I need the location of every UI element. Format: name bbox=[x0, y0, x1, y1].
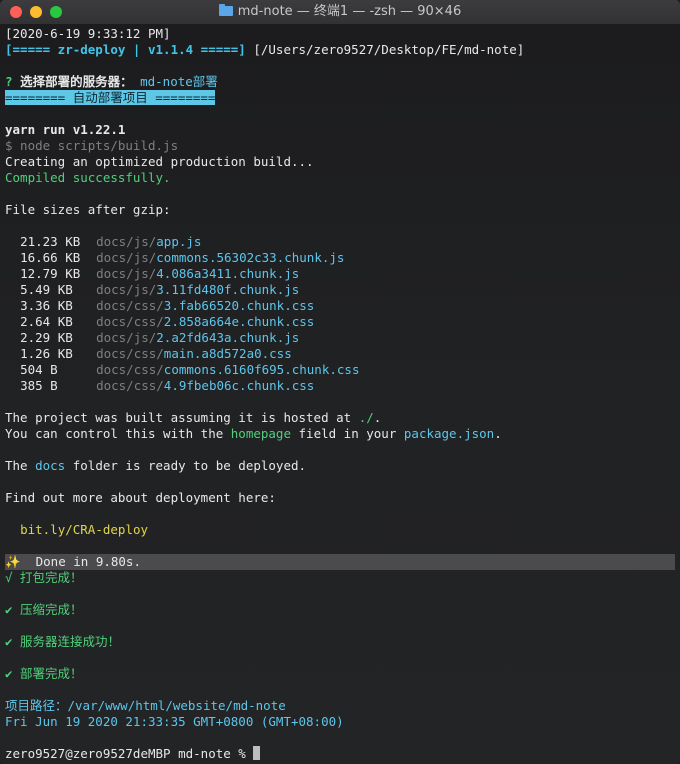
hosted-path: ./ bbox=[358, 410, 374, 425]
step-build-complete: √ 打包完成！ bbox=[5, 570, 83, 585]
built-text-3: field in your bbox=[291, 426, 404, 441]
file-dir: docs/js/ bbox=[96, 282, 157, 297]
file-size-row: 504 B docs/css/commons.6160f695.chunk.css bbox=[5, 362, 680, 378]
timestamp-line: [2020-6-19 9:33:12 PM] bbox=[5, 26, 171, 41]
title-bar: md-note — 终端1 — -zsh — 90×46 bbox=[0, 0, 680, 25]
file-size-row: 385 B docs/css/4.9fbeb06c.chunk.css bbox=[5, 378, 680, 394]
docs-line: The docs folder is ready to be deployed. bbox=[5, 458, 680, 474]
sizes-header: File sizes after gzip: bbox=[5, 202, 171, 217]
project-path-line: 项目路径：/var/www/html/website/md-note bbox=[5, 698, 286, 713]
built-period-2: . bbox=[494, 426, 502, 441]
file-size: 3.36 KB bbox=[20, 298, 73, 313]
file-size: 21.23 KB bbox=[20, 234, 81, 249]
docs-text-c: folder is ready to be deployed. bbox=[65, 458, 307, 473]
file-size-row: 2.64 KB docs/css/2.858a664e.chunk.css bbox=[5, 314, 680, 330]
file-size: 2.29 KB bbox=[20, 330, 73, 345]
terminal-window: md-note — 终端1 — -zsh — 90×46 [2020-6-19 … bbox=[0, 0, 680, 764]
file-dir: docs/js/ bbox=[96, 330, 157, 345]
file-dir: docs/css/ bbox=[96, 378, 164, 393]
prompt-text: 选择部署的服务器： bbox=[20, 74, 133, 89]
built-text-1: The project was built assuming it is hos… bbox=[5, 410, 359, 425]
file-name: main.a8d572a0.css bbox=[163, 346, 292, 361]
file-dir: docs/css/ bbox=[96, 298, 164, 313]
file-name: 2.a2fd643a.chunk.js bbox=[156, 330, 300, 345]
file-dir: docs/js/ bbox=[96, 266, 157, 281]
file-size-row: 1.26 KB docs/css/main.a8d572a0.css bbox=[5, 346, 680, 362]
file-dir: docs/css/ bbox=[96, 362, 164, 377]
package-json: package.json bbox=[403, 426, 495, 441]
homepage-field: homepage bbox=[230, 426, 291, 441]
findout-line: Find out more about deployment here: bbox=[5, 490, 276, 505]
file-dir: docs/css/ bbox=[96, 314, 164, 329]
file-dir: docs/js/ bbox=[96, 234, 157, 249]
prompt-answer: md-note部署 bbox=[132, 74, 218, 89]
node-command: $ node scripts/build.js bbox=[5, 138, 179, 153]
shell-prompt: zero9527@zero9527deMBP md-note % bbox=[5, 746, 254, 761]
file-size: 2.64 KB bbox=[20, 314, 73, 329]
docs-folder: docs bbox=[35, 458, 66, 473]
file-name: app.js bbox=[156, 234, 202, 249]
built-line-2: You can control this with the homepage f… bbox=[5, 426, 680, 442]
file-dir: docs/js/ bbox=[96, 250, 157, 265]
file-size-row: 3.36 KB docs/css/3.fab66520.chunk.css bbox=[5, 298, 680, 314]
link-line: bit.ly/CRA-deploy bbox=[5, 522, 680, 538]
step-compress-complete: ✔ 压缩完成！ bbox=[5, 602, 83, 617]
terminal-output[interactable]: [2020-6-19 9:33:12 PM] [===== zr-deploy … bbox=[0, 24, 680, 764]
deploy-banner-line: [===== zr-deploy | v1.1.4 =====] [/Users… bbox=[5, 42, 680, 58]
file-name: 2.858a664e.chunk.css bbox=[163, 314, 315, 329]
window-title-area: md-note — 终端1 — -zsh — 90×46 bbox=[0, 0, 680, 24]
deploy-banner: [===== zr-deploy | v1.1.4 =====] bbox=[5, 42, 246, 57]
finish-time-line: Fri Jun 19 2020 21:33:35 GMT+0800 (GMT+0… bbox=[5, 714, 344, 729]
file-size-list: 21.23 KB docs/js/app.js 16.66 KB docs/js/c… bbox=[5, 234, 680, 394]
file-size: 504 B bbox=[20, 362, 58, 377]
built-period-1: . bbox=[373, 410, 382, 425]
shell-prompt-line[interactable]: zero9527@zero9527deMBP md-note % bbox=[5, 746, 680, 762]
text-cursor bbox=[253, 746, 261, 760]
window-title: md-note — 终端1 — -zsh — 90×46 bbox=[237, 4, 462, 19]
file-size-row: 5.49 KB docs/js/3.11fd480f.chunk.js bbox=[5, 282, 680, 298]
file-size: 16.66 KB bbox=[20, 250, 81, 265]
compiled-line: Compiled successfully. bbox=[5, 170, 171, 185]
file-size-row: 12.79 KB docs/js/4.086a3411.chunk.js bbox=[5, 266, 680, 282]
file-size: 5.49 KB bbox=[20, 282, 73, 297]
file-size-row: 2.29 KB docs/js/2.a2fd643a.chunk.js bbox=[5, 330, 680, 346]
section-banner-line: ======== 自动部署项目 ======== bbox=[5, 90, 680, 106]
step-server-connected: ✔ 服务器连接成功！ bbox=[5, 634, 121, 649]
question-mark: ? bbox=[5, 74, 21, 89]
built-text-2: You can control this with the bbox=[5, 426, 231, 441]
file-size: 12.79 KB bbox=[20, 266, 81, 281]
creating-line: Creating an optimized production build..… bbox=[5, 154, 314, 169]
built-line-1: The project was built assuming it is hos… bbox=[5, 410, 680, 426]
file-name: 3.fab66520.chunk.css bbox=[163, 298, 315, 313]
server-prompt-line: ? 选择部署的服务器： md-note部署 bbox=[5, 74, 680, 90]
file-name: commons.56302c33.chunk.js bbox=[156, 250, 345, 265]
deploy-link[interactable]: bit.ly/CRA-deploy bbox=[20, 522, 148, 537]
file-size: 385 B bbox=[20, 378, 58, 393]
file-name: 4.9fbeb06c.chunk.css bbox=[163, 378, 315, 393]
file-dir: docs/css/ bbox=[96, 346, 164, 361]
file-size-row: 16.66 KB docs/js/commons.56302c33.chunk.j… bbox=[5, 250, 680, 266]
file-name: commons.6160f695.chunk.css bbox=[163, 362, 360, 377]
done-line: ✨ Done in 9.80s. bbox=[5, 554, 680, 570]
folder-icon bbox=[218, 4, 233, 16]
file-size: 1.26 KB bbox=[20, 346, 73, 361]
done-bar: ✨ Done in 9.80s. bbox=[5, 554, 675, 570]
file-name: 4.086a3411.chunk.js bbox=[156, 266, 300, 281]
section-banner: ======== 自动部署项目 ======== bbox=[5, 90, 216, 105]
file-name: 3.11fd480f.chunk.js bbox=[156, 282, 300, 297]
step-deploy-complete: ✔ 部署完成！ bbox=[5, 666, 83, 681]
yarn-line: yarn run v1.22.1 bbox=[5, 122, 126, 137]
file-size-row: 21.23 KB docs/js/app.js bbox=[5, 234, 680, 250]
deploy-path: [/Users/zero9527/Desktop/FE/md-note] bbox=[245, 42, 525, 57]
docs-text-a: The bbox=[5, 458, 36, 473]
